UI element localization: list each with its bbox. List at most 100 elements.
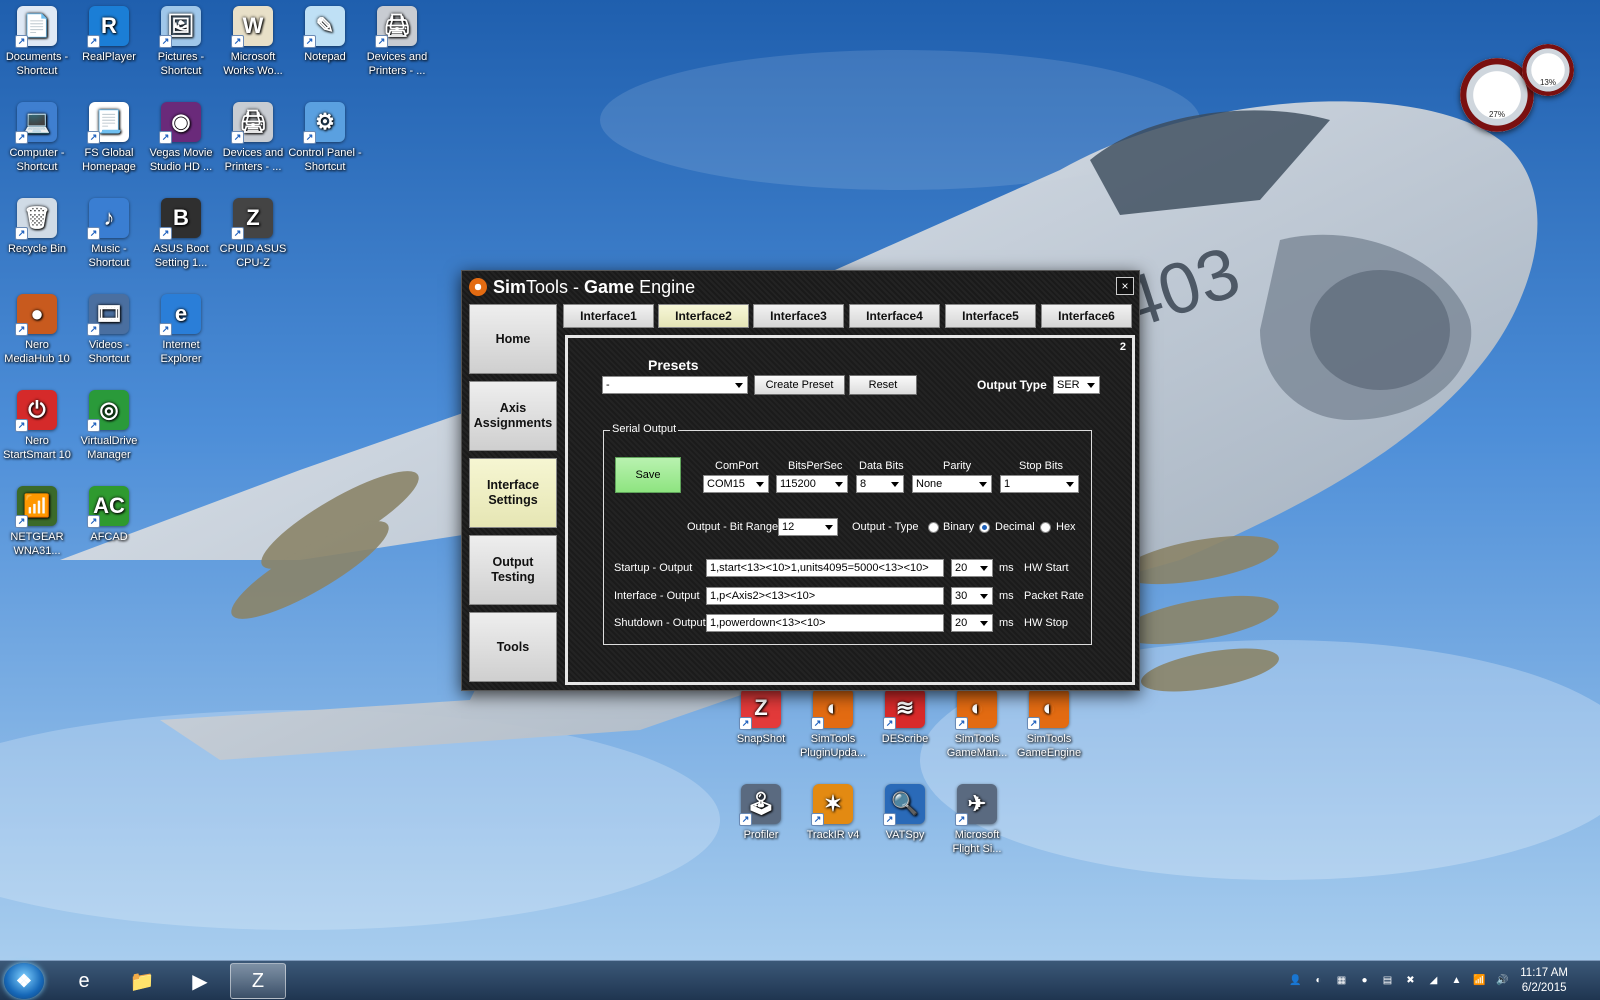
memory-gauge[interactable]: 13% — [1522, 44, 1574, 96]
tab-interface1[interactable]: Interface1 — [563, 304, 654, 328]
save-button[interactable]: Save — [615, 457, 681, 493]
devices-and-printers-icon: 🖨 ↗ — [231, 102, 273, 144]
desktop-icon-simtools-gameman[interactable]: ◐ ↗ SimTools GameMan... — [940, 688, 1014, 760]
desktop-icon-snapshot[interactable]: Z ↗ SnapShot — [724, 688, 798, 746]
tray-icon[interactable]: ◢ — [1426, 973, 1441, 988]
desktop-icon-describe[interactable]: ≋ ↗ DEScribe — [868, 688, 942, 746]
tab-interface6[interactable]: Interface6 — [1041, 304, 1132, 328]
desktop-icon-label: Computer - Shortcut — [9, 147, 65, 173]
desktop-icon-nero-startsmart-10[interactable]: ⏻ ↗ Nero StartSmart 10 — [0, 390, 74, 462]
nav-axis-assignments-button[interactable]: Axis Assignments — [469, 381, 557, 451]
shortcut-arrow-icon: ↗ — [15, 419, 28, 432]
output-type-select[interactable]: SER — [1053, 376, 1100, 394]
desktop-icon-virtualdrive-manager[interactable]: ◎ ↗ VirtualDrive Manager — [72, 390, 146, 462]
bits-per-sec-select[interactable]: 115200 — [776, 475, 848, 493]
taskbar-media-player-button[interactable]: ▶ — [172, 963, 228, 999]
radio-hex[interactable] — [1040, 522, 1051, 533]
nav-output-testing-button[interactable]: Output Testing — [469, 535, 557, 605]
output-type-label: Output Type — [977, 378, 1047, 392]
desktop-icon-realplayer[interactable]: R ↗ RealPlayer — [72, 6, 146, 64]
desktop-icon-simtools-pluginupda[interactable]: ◐ ↗ SimTools PluginUpda... — [796, 688, 870, 760]
desktop-icon-control-panel-shortcut[interactable]: ⚙ ↗ Control Panel - Shortcut — [288, 102, 362, 174]
tab-interface3[interactable]: Interface3 — [753, 304, 844, 328]
desktop-icon-fs-global-homepage[interactable]: 📃 ↗ FS Global Homepage — [72, 102, 146, 174]
tab-interface4[interactable]: Interface4 — [849, 304, 940, 328]
desktop-icon-recycle-bin[interactable]: 🗑 ↗ Recycle Bin — [0, 198, 74, 256]
desktop-icon-asus-boot-setting-1[interactable]: B ↗ ASUS Boot Setting 1... — [144, 198, 218, 270]
desktop-icon-devices-and-printers[interactable]: 🖨 ↗ Devices and Printers - ... — [360, 6, 434, 78]
nav-interface-settings-button[interactable]: Interface Settings — [469, 458, 557, 528]
startup-ms-select[interactable]: 20 — [951, 559, 993, 577]
desktop-icon-notepad[interactable]: ✎ ↗ Notepad — [288, 6, 362, 64]
tray-icon[interactable]: ▤ — [1380, 973, 1395, 988]
interface-ms-select[interactable]: 30 — [951, 587, 993, 605]
tab-interface2[interactable]: Interface2 — [658, 304, 749, 328]
desktop-icon-microsoft-flight-si[interactable]: ✈ ↗ Microsoft Flight Si... — [940, 784, 1014, 856]
startup-hint: HW Start — [1024, 562, 1069, 574]
desktop-icon-pictures-shortcut[interactable]: 🖼 ↗ Pictures - Shortcut — [144, 6, 218, 78]
nav-tools-button[interactable]: Tools — [469, 612, 557, 682]
shutdown-output-field[interactable]: 1,powerdown<13><10> — [706, 614, 944, 632]
close-button[interactable]: × — [1116, 277, 1134, 295]
desktop-icon-vatspy[interactable]: 🔍 ↗ VATSpy — [868, 784, 942, 842]
shutdown-ms-select[interactable]: 20 — [951, 614, 993, 632]
desktop-icon-afcad[interactable]: AC ↗ AFCAD — [72, 486, 146, 544]
create-preset-button[interactable]: Create Preset — [754, 375, 845, 395]
desktop-icon-microsoft-works-wo[interactable]: W ↗ Microsoft Works Wo... — [216, 6, 290, 78]
shortcut-arrow-icon: ↗ — [87, 419, 100, 432]
desktop-icon-nero-mediahub-10[interactable]: ● ↗ Nero MediaHub 10 — [0, 294, 74, 366]
interface-output-field[interactable]: 1,p<Axis2><13><10> — [706, 587, 944, 605]
clock[interactable]: 11:17 AM 6/2/2015 — [1520, 966, 1568, 996]
taskbar-internet-explorer-button[interactable]: e — [56, 963, 112, 999]
desktop-icon-label: FS Global Homepage — [82, 147, 136, 173]
tray-icon[interactable]: 👤 — [1288, 973, 1303, 988]
taskbar-file-explorer-button[interactable]: 📁 — [114, 963, 170, 999]
parity-select[interactable]: None — [912, 475, 992, 493]
desktop-icon-devices-and-printers[interactable]: 🖨 ↗ Devices and Printers - ... — [216, 102, 290, 174]
nav-home-button[interactable]: Home — [469, 304, 557, 374]
desktop-icon-profiler[interactable]: 🕹 ↗ Profiler — [724, 784, 798, 842]
clock-date: 6/2/2015 — [1521, 982, 1567, 994]
tray-icon[interactable]: ◐ — [1311, 973, 1326, 988]
comport-value: COM15 — [707, 478, 745, 490]
shortcut-arrow-icon: ↗ — [15, 323, 28, 336]
desktop-icon-vegas-movie-studio-hd[interactable]: ◉ ↗ Vegas Movie Studio HD ... — [144, 102, 218, 174]
bits-per-sec-label: BitsPerSec — [788, 460, 843, 472]
desktop-icon-internet-explorer[interactable]: e ↗ Internet Explorer — [144, 294, 218, 366]
title-bar[interactable]: SimTools - Game Engine × — [462, 271, 1139, 303]
desktop-icon-label: Internet Explorer — [160, 339, 202, 365]
shortcut-arrow-icon: ↗ — [231, 227, 244, 240]
data-bits-select[interactable]: 8 — [856, 475, 904, 493]
microsoft-flight-si-icon: ✈ ↗ — [955, 784, 997, 826]
tray-icon[interactable]: 📶 — [1472, 973, 1487, 988]
radio-binary[interactable] — [928, 522, 939, 533]
tray-icon[interactable]: ▲ — [1449, 973, 1464, 988]
desktop-icon-trackir-v4[interactable]: ✶ ↗ TrackIR v4 — [796, 784, 870, 842]
tab-interface5[interactable]: Interface5 — [945, 304, 1036, 328]
desktop-icon-simtools-gameengine[interactable]: ◐ ↗ SimTools GameEngine — [1012, 688, 1086, 760]
stop-bits-select[interactable]: 1 — [1000, 475, 1079, 493]
comport-select[interactable]: COM15 — [703, 475, 769, 493]
presets-select[interactable]: - — [602, 376, 748, 394]
start-button[interactable]: ❖ — [4, 963, 44, 999]
desktop-icon-label: Nero MediaHub 10 — [4, 339, 70, 365]
serial-output-label: Serial Output — [610, 423, 679, 435]
desktop-icon-documents-shortcut[interactable]: 📄 ↗ Documents - Shortcut — [0, 6, 74, 78]
bit-range-select[interactable]: 12 — [778, 518, 838, 536]
desktop-icon-netgear-wna31[interactable]: 📶 ↗ NETGEAR WNA31... — [0, 486, 74, 558]
reset-button[interactable]: Reset — [849, 375, 917, 395]
tray-icon[interactable]: ● — [1357, 973, 1372, 988]
taskbar-snapshot-button[interactable]: Z — [230, 963, 286, 999]
control-panel-shortcut-icon: ⚙ ↗ — [303, 102, 345, 144]
desktop-icon-music-shortcut[interactable]: ♪ ↗ Music - Shortcut — [72, 198, 146, 270]
desktop-icon-label: TrackIR v4 — [806, 829, 860, 841]
tray-icon[interactable]: ▦ — [1334, 973, 1349, 988]
desktop-icon-computer-shortcut[interactable]: 💻 ↗ Computer - Shortcut — [0, 102, 74, 174]
startup-output-field[interactable]: 1,start<13><10>1,units4095=5000<13><10> — [706, 559, 944, 577]
shortcut-arrow-icon: ↗ — [883, 813, 896, 826]
radio-decimal[interactable] — [979, 522, 990, 533]
desktop-icon-cpuid-asus-cpu-z[interactable]: Z ↗ CPUID ASUS CPU-Z — [216, 198, 290, 270]
tray-icon[interactable]: ✖ — [1403, 973, 1418, 988]
tray-icon[interactable]: 🔊 — [1495, 973, 1510, 988]
desktop-icon-videos-shortcut[interactable]: 🎞 ↗ Videos - Shortcut — [72, 294, 146, 366]
